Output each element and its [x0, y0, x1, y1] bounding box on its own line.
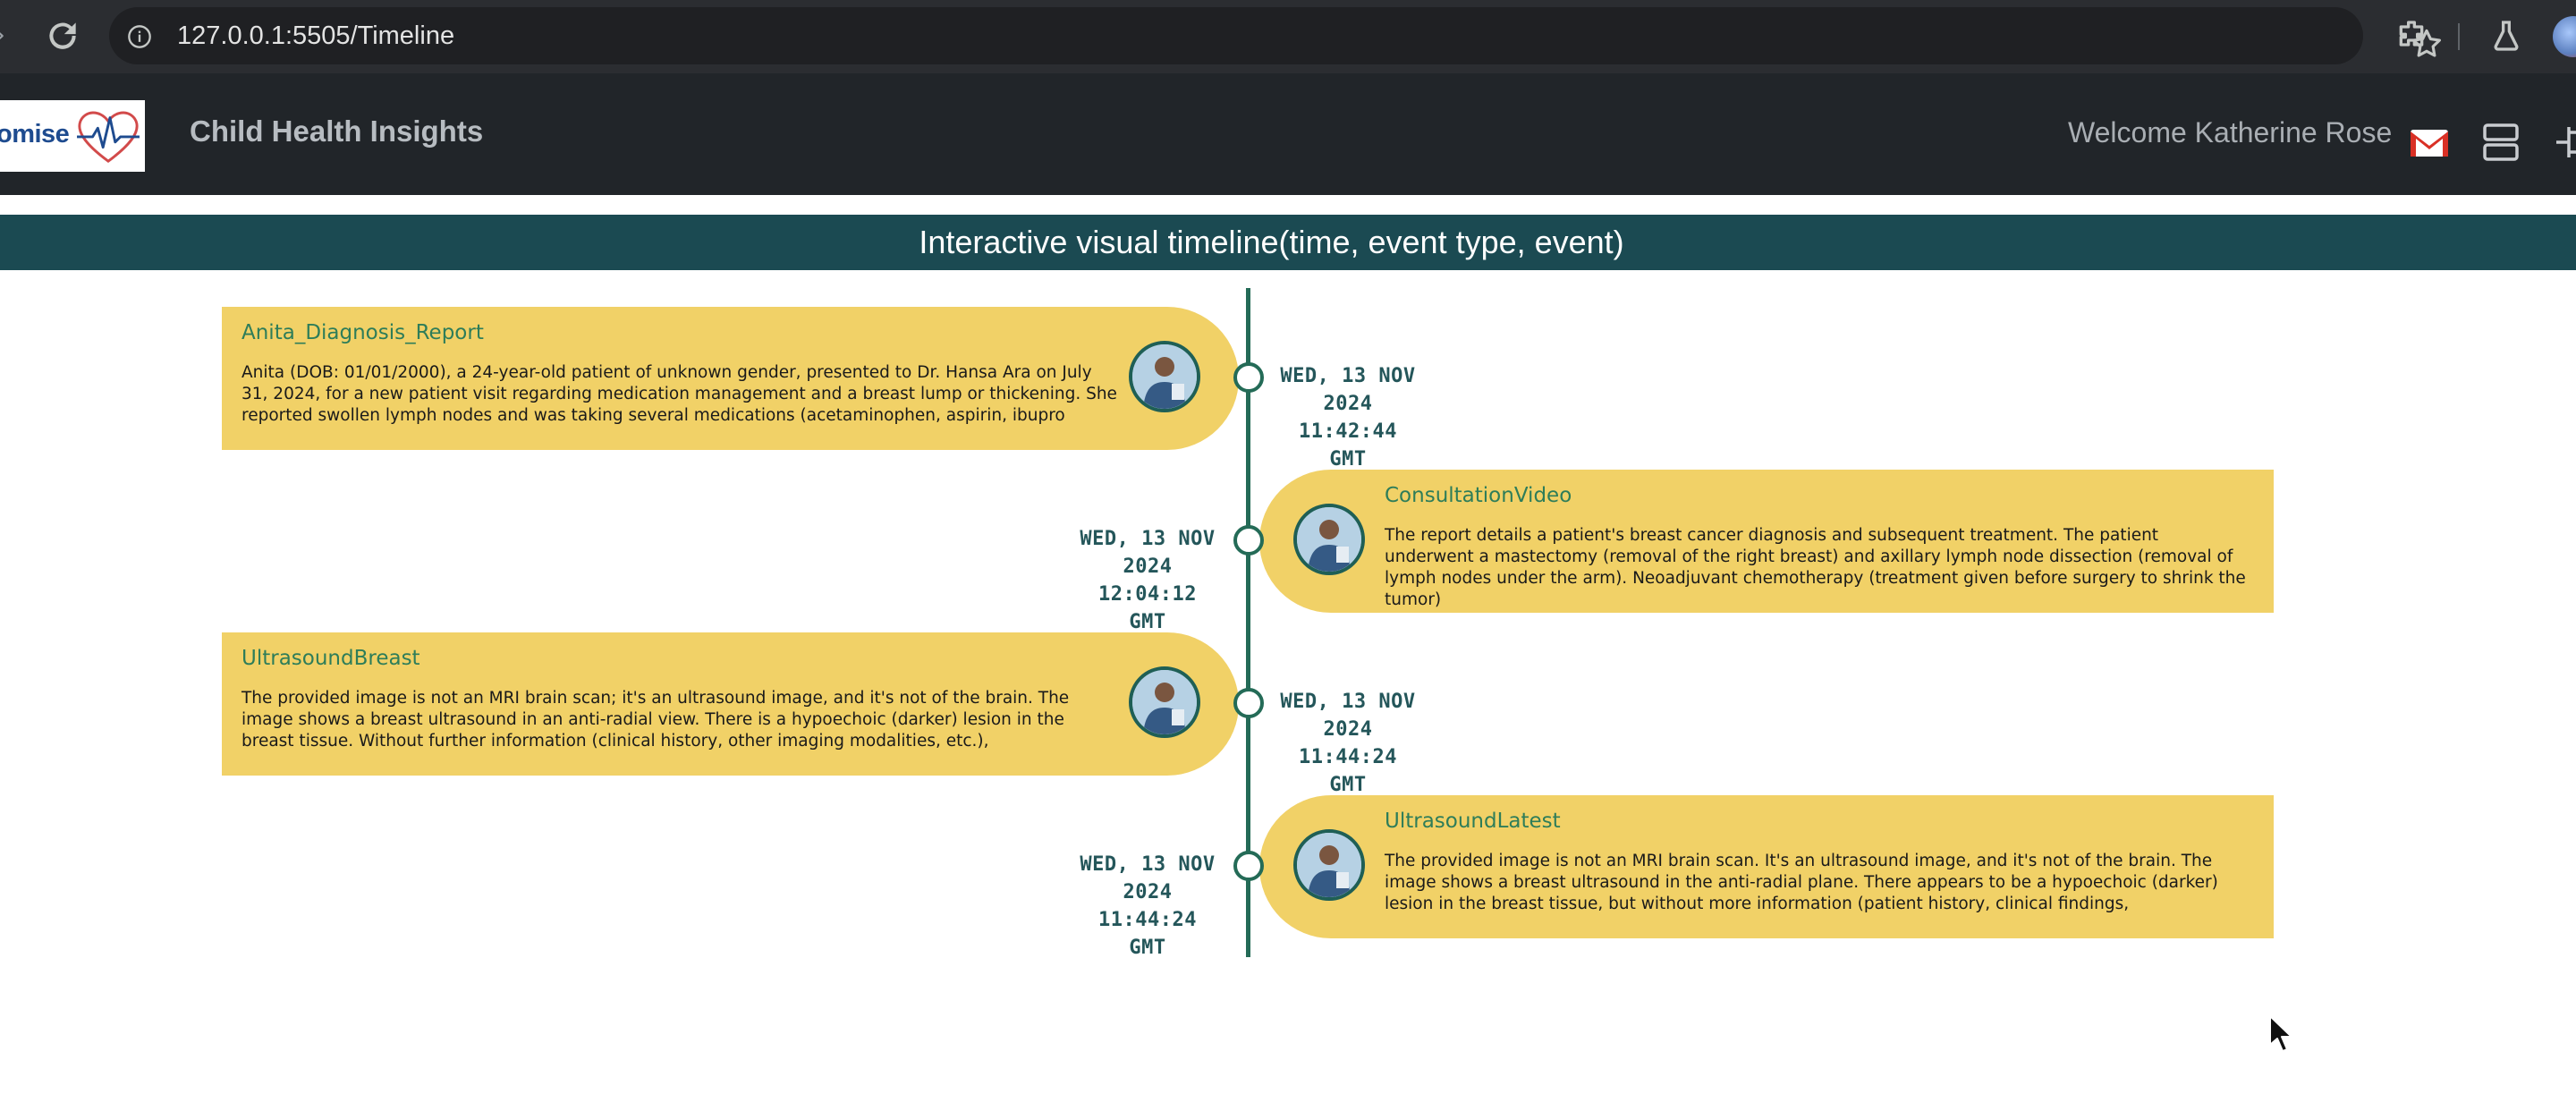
event-timestamp: WED, 13 NOV 2024 12:04:12 GMT [1068, 525, 1227, 636]
mail-icon[interactable] [2410, 129, 2449, 157]
profile-avatar[interactable] [2553, 16, 2576, 57]
timestamp-line: WED, 13 NOV [1080, 853, 1216, 876]
site-info-icon[interactable] [127, 24, 152, 49]
app-header: omise Child Health Insights Welcome Kath… [0, 73, 2576, 195]
labs-flask-icon[interactable] [2488, 18, 2524, 54]
event-description: The provided image is not an MRI brain s… [1385, 852, 2218, 913]
welcome-user-text: Welcome Katherine Rose [2068, 116, 2393, 148]
doctor-avatar-icon [1129, 341, 1200, 412]
timestamp-line: 2024 12:04:12 [1098, 556, 1197, 606]
timeline-event-card[interactable]: UltrasoundBreast The provided image is n… [222, 632, 1239, 776]
mouse-cursor-icon [2269, 1015, 2292, 1052]
timestamp-line: 2024 11:44:24 [1098, 881, 1197, 931]
logo-text: omise [0, 120, 70, 148]
browser-toolbar: › 127.0.0.1:5505/Timeline [0, 0, 2576, 73]
doctor-avatar-icon [1293, 829, 1365, 901]
timeline-event-card[interactable]: UltrasoundLatest The provided image is n… [1259, 795, 2274, 938]
reload-icon[interactable] [43, 16, 82, 55]
timeline-event-card[interactable]: Anita_Diagnosis_Report Anita (DOB: 01/01… [222, 307, 1239, 450]
event-timestamp: WED, 13 NOV 2024 11:44:24 GMT [1268, 688, 1428, 799]
event-title[interactable]: UltrasoundLatest [1385, 810, 1561, 833]
timeline-node[interactable] [1233, 525, 1264, 556]
event-title[interactable]: ConsultationVideo [1385, 484, 1572, 507]
timeline-title: Interactive visual timeline(time, event … [919, 224, 1624, 260]
doctor-avatar-icon [1129, 666, 1200, 738]
timestamp-line: GMT [1129, 937, 1166, 959]
event-title[interactable]: UltrasoundBreast [242, 647, 420, 670]
timeline-node[interactable] [1233, 362, 1264, 393]
timeline-node[interactable] [1233, 688, 1264, 718]
event-description: The provided image is not an MRI brain s… [242, 689, 1070, 751]
event-description: The report details a patient's breast ca… [1385, 526, 2246, 609]
event-timestamp: WED, 13 NOV 2024 11:42:44 GMT [1268, 362, 1428, 473]
doctor-avatar-icon [1293, 504, 1365, 575]
timestamp-line: WED, 13 NOV [1080, 528, 1216, 550]
logout-icon[interactable] [2555, 122, 2576, 163]
timestamp-line: WED, 13 NOV [1280, 691, 1416, 713]
timeline-event-card[interactable]: ConsultationVideo The report details a p… [1259, 470, 2274, 613]
event-timestamp: WED, 13 NOV 2024 11:44:24 GMT [1068, 851, 1227, 962]
extensions-icon[interactable] [2394, 18, 2429, 54]
url-text[interactable]: 127.0.0.1:5505/Timeline [177, 7, 454, 64]
timestamp-line: 2024 11:42:44 [1299, 393, 1397, 443]
app-brand-title[interactable]: Child Health Insights [190, 114, 483, 148]
event-title[interactable]: Anita_Diagnosis_Report [242, 321, 484, 344]
timestamp-line: 2024 11:44:24 [1299, 718, 1397, 768]
logo[interactable]: omise [0, 100, 145, 172]
heart-pulse-logo-icon [77, 111, 140, 163]
list-icon[interactable] [2481, 122, 2521, 163]
address-bar[interactable]: 127.0.0.1:5505/Timeline [109, 7, 2441, 64]
event-description: Anita (DOB: 01/01/2000), a 24-year-old p… [242, 363, 1117, 425]
timeline-title-bar: Interactive visual timeline(time, event … [0, 215, 2576, 270]
forward-arrow-icon[interactable]: › [0, 20, 14, 52]
timestamp-line: WED, 13 NOV [1280, 365, 1416, 387]
timeline-node[interactable] [1233, 851, 1264, 881]
toolbar-separator [2458, 23, 2460, 50]
